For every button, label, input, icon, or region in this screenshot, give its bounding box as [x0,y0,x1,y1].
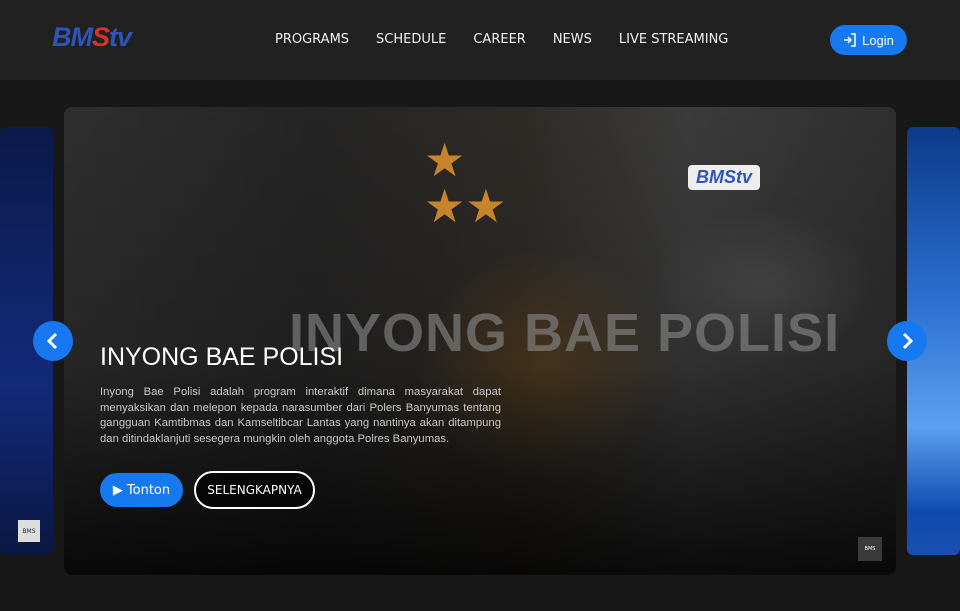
nav-live-streaming[interactable]: LIVE STREAMING [619,32,729,47]
slide-description: Inyong Bae Polisi adalah program interak… [100,386,501,445]
slide-title: INYONG BAE POLISI [100,343,344,371]
logo[interactable]: BMStv [52,22,132,53]
nav-career[interactable]: CAREER [473,32,525,47]
more-label: SELENGKAPNYA [207,483,302,497]
previous-slide-thumbnail-logo: BMS [18,520,40,542]
chevron-left-icon [46,332,58,350]
watch-label: Tonton [126,482,171,498]
slide-watermark: INYONG BAE POLISI [289,303,841,363]
channel-badge: BMStv [688,165,761,190]
corner-logo: BMS [858,537,882,561]
nav-schedule[interactable]: SCHEDULE [376,32,446,47]
watch-button[interactable]: ▶ Tonton [100,473,183,507]
hero-slide: ★ ★★ INYONG BAE POLISI BMStv INYONG BAE P… [64,107,896,575]
carousel-next-button[interactable] [887,321,927,361]
main-nav: PROGRAMS SCHEDULE CAREER NEWS LIVE STREA… [275,32,728,47]
carousel-prev-button[interactable] [33,321,73,361]
play-icon: ▶ [112,482,123,498]
chevron-right-icon [902,332,914,350]
nav-news[interactable]: NEWS [553,32,592,47]
more-button[interactable]: SELENGKAPNYA [194,471,315,509]
star-emblem-icon: ★ ★★ [424,133,507,233]
header: BMStv PROGRAMS SCHEDULE CAREER NEWS LIVE… [0,0,960,80]
login-icon [844,33,856,47]
login-label: Login [862,32,894,48]
login-button[interactable]: Login [830,25,907,55]
nav-programs[interactable]: PROGRAMS [275,32,349,47]
